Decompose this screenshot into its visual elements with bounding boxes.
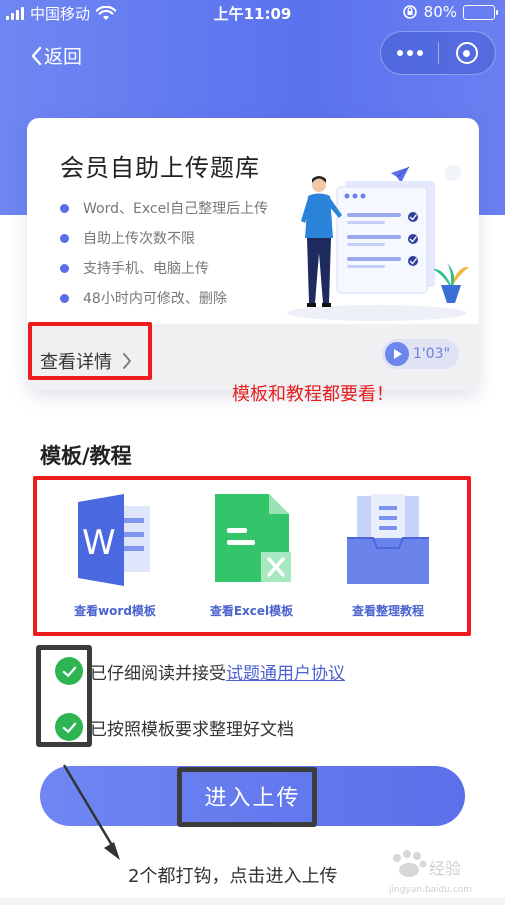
- feature-item: 自助上传次数不限: [60, 223, 268, 253]
- feature-item: Word、Excel自己整理后上传: [60, 193, 268, 223]
- feature-list: Word、Excel自己整理后上传 自助上传次数不限 支持手机、电脑上传 48小…: [60, 193, 268, 313]
- chevron-right-icon: [123, 353, 131, 369]
- dot-icon: [406, 50, 413, 56]
- word-document-icon: W: [78, 494, 150, 586]
- play-icon: [385, 342, 409, 366]
- excel-template-link[interactable]: 查看Excel模板: [184, 478, 320, 633]
- dot-icon: [416, 50, 423, 56]
- bullet-icon: [60, 203, 69, 213]
- dot-icon: [396, 50, 403, 56]
- file-box-icon: [347, 494, 429, 584]
- baidu-jingyan-watermark: 经验 jingyan.baidu.com: [388, 850, 472, 895]
- agreement-text: 已仔细阅读并接受: [90, 663, 226, 684]
- annotation-red-note: 模板和教程都要看！: [232, 384, 394, 405]
- excel-document-icon: [214, 494, 291, 582]
- member-upload-card: 会员自助上传题库 Word、Excel自己整理后上传 自助上传次数不限 支持手机…: [27, 118, 479, 390]
- feature-item: 48小时内可修改、删除: [60, 283, 268, 313]
- feature-item: 支持手机、电脑上传: [60, 253, 268, 283]
- plant-icon: [433, 263, 469, 303]
- person-figure: [301, 176, 342, 307]
- view-details-label: 查看详情: [40, 352, 112, 373]
- view-details-link[interactable]: 查看详情: [40, 348, 132, 374]
- guide-tutorial-label: 查看整理教程: [351, 604, 424, 618]
- document-ready-text: 已按照模板要求整理好文档: [90, 719, 294, 740]
- svg-text:W: W: [82, 523, 116, 563]
- enter-upload-button[interactable]: 进入上传: [40, 766, 465, 826]
- target-icon: [455, 42, 478, 64]
- bullet-icon: [60, 233, 69, 243]
- battery-percent: 80%: [423, 3, 457, 21]
- status-bar: 中国移动 上午11:09 80%: [0, 0, 505, 24]
- back-label: 返回: [44, 46, 83, 68]
- section-title: 模板/教程: [40, 444, 132, 468]
- voice-message-player[interactable]: 1'03": [382, 339, 459, 369]
- checkmark-icon: [62, 722, 76, 733]
- more-button[interactable]: [381, 31, 438, 75]
- excel-template-label: 查看Excel模板: [209, 604, 294, 618]
- close-miniprogram-button[interactable]: [439, 31, 495, 75]
- paper-plane-icon: [391, 166, 410, 183]
- template-list: W 查看word模板 查看Excel模板 查看整理教程: [35, 478, 468, 633]
- orientation-lock-icon: [402, 5, 417, 19]
- checkmark-icon: [62, 666, 76, 677]
- agreement-check-row: 已仔细阅读并接受 试题通用户协议: [55, 657, 345, 685]
- svg-text:经验: 经验: [429, 859, 461, 878]
- document-ready-checkbox[interactable]: [55, 713, 83, 741]
- document-ready-check-row: 已按照模板要求整理好文档: [55, 713, 294, 741]
- word-template-label: 查看word模板: [74, 604, 156, 618]
- user-agreement-link[interactable]: 试题通用户协议: [226, 659, 345, 684]
- agreement-checkbox[interactable]: [55, 657, 83, 685]
- voice-duration: 1'03": [413, 346, 451, 362]
- upload-illustration: [287, 165, 469, 321]
- annotation-bottom-note: 2个都打钩，点击进入上传: [128, 866, 338, 887]
- word-template-link[interactable]: W 查看word模板: [47, 478, 183, 633]
- battery-icon: [463, 4, 498, 20]
- bullet-icon: [60, 263, 69, 273]
- bullet-icon: [60, 293, 69, 303]
- svg-text:jingyan.baidu.com: jingyan.baidu.com: [388, 885, 472, 895]
- chevron-left-icon: [31, 46, 42, 65]
- back-button[interactable]: 返回: [30, 42, 82, 69]
- guide-tutorial-link[interactable]: 查看整理教程: [320, 478, 456, 633]
- miniprogram-capsule: [380, 31, 496, 75]
- bottom-divider: [0, 898, 505, 905]
- card-title: 会员自助上传题库: [60, 154, 260, 182]
